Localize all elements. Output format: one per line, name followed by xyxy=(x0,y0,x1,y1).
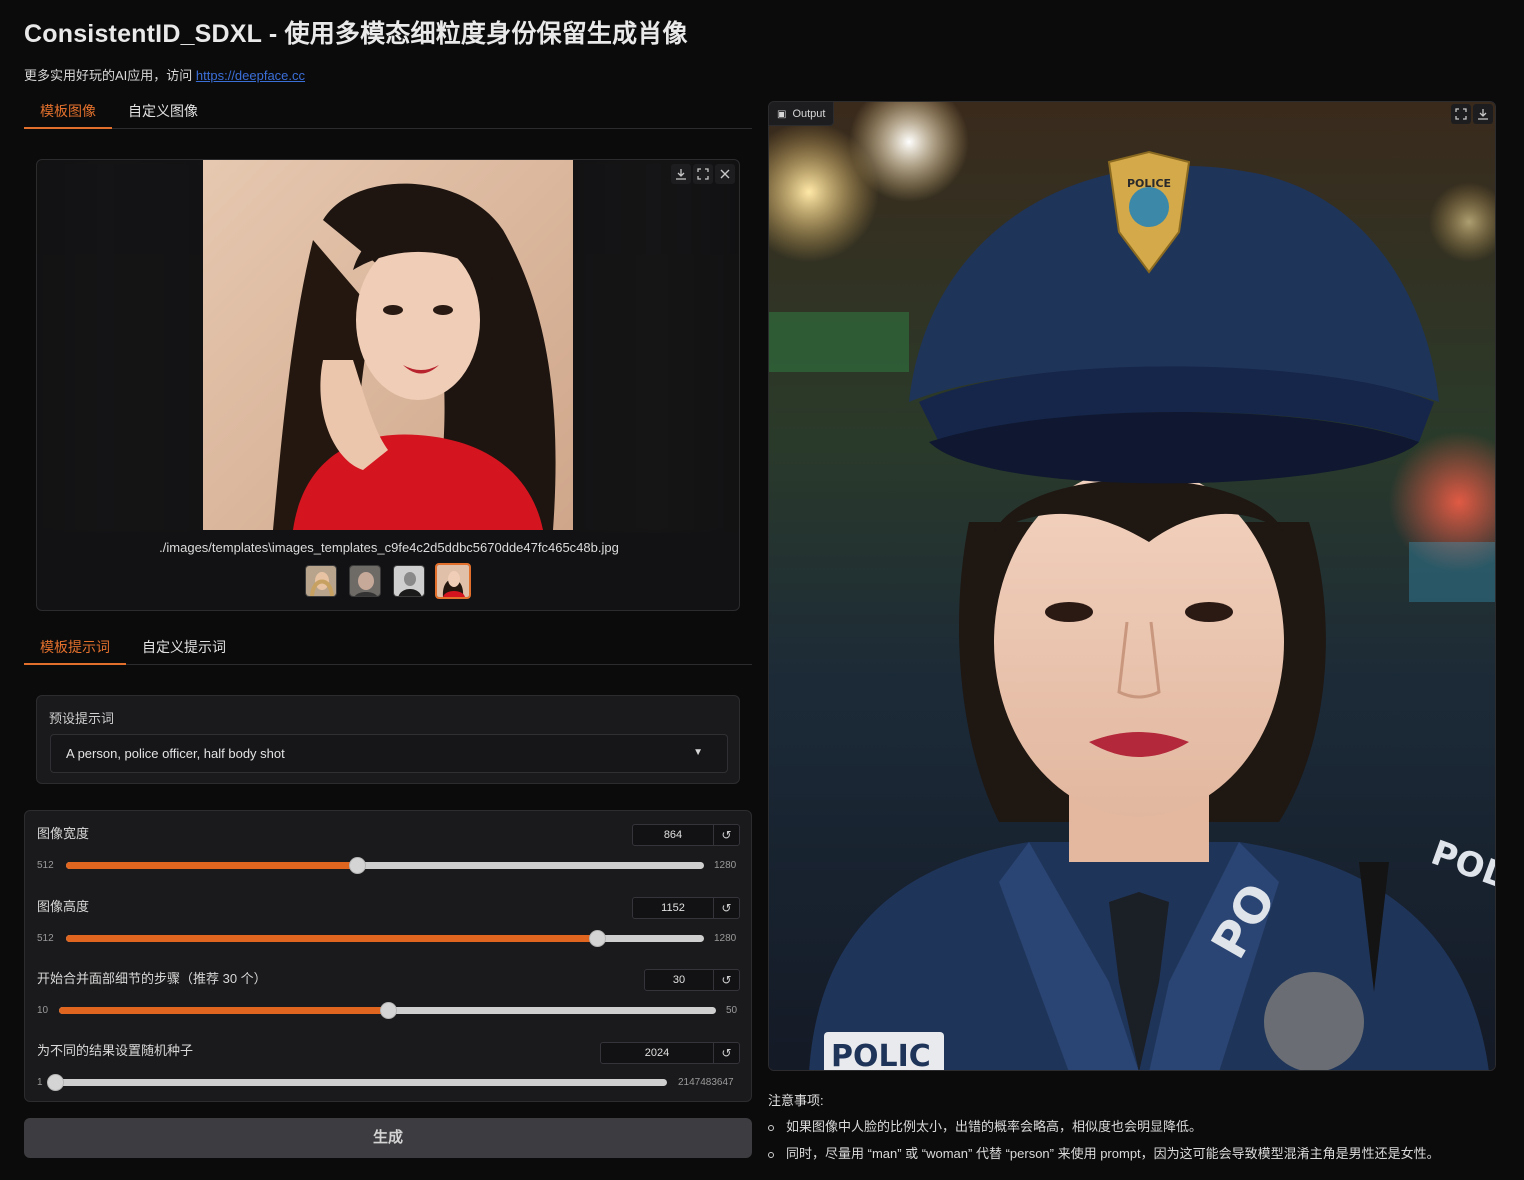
slider-label-merge-step: 开始合并面部细节的步骤（推荐 30 个） xyxy=(37,971,267,986)
thumb-woman-red[interactable] xyxy=(435,563,471,599)
height-slider-handle[interactable] xyxy=(589,930,607,947)
slider-label-width: 图像宽度 xyxy=(37,826,90,841)
slider-label-seed: 为不同的结果设置随机种子 xyxy=(37,1043,194,1058)
reset-icon[interactable]: ↺ xyxy=(713,825,739,845)
merge-step-min: 10 xyxy=(37,1005,49,1016)
reset-icon[interactable]: ↺ xyxy=(713,898,739,918)
fullscreen-icon[interactable] xyxy=(693,164,713,184)
deepface-link[interactable]: https://deepface.cc xyxy=(196,68,305,83)
badge-text: POLICE xyxy=(1127,177,1171,190)
notes-title: 注意事项: xyxy=(768,1093,824,1108)
preset-prompt-label: 预设提示词 xyxy=(49,711,115,726)
template-caption: ./images/templates\images_templates_c9fe… xyxy=(159,540,619,555)
image-icon: ▣ xyxy=(777,109,787,120)
page-subtitle: 更多实用好玩的AI应用，访问 https://deepface.cc xyxy=(24,65,305,84)
seed-slider-handle[interactable] xyxy=(47,1074,64,1091)
height-min: 512 xyxy=(37,933,54,944)
height-value[interactable]: 1152 xyxy=(633,898,713,918)
slider-label-height: 图像高度 xyxy=(37,899,90,914)
output-label-text: Output xyxy=(792,108,826,120)
height-number-input: 1152 ↺ xyxy=(632,897,740,919)
gallery-prev-preview[interactable] xyxy=(37,160,203,532)
bullet-icon xyxy=(768,1151,774,1158)
output-toolbar xyxy=(1451,104,1493,124)
preset-prompt-dropdown[interactable]: A person, police officer, half body shot… xyxy=(50,734,728,773)
prompt-tabs: 模板提示词 自定义提示词 xyxy=(24,635,752,665)
template-gallery: ./images/templates\images_templates_c9fe… xyxy=(36,159,740,611)
merge-step-max: 50 xyxy=(726,1005,738,1016)
seed-min: 1 xyxy=(37,1077,43,1088)
merge-step-number-input: 30 ↺ xyxy=(644,969,740,991)
preset-prompt-value: A person, police officer, half body shot xyxy=(66,746,285,761)
height-slider-fill xyxy=(66,935,598,942)
merge-step-slider[interactable] xyxy=(59,1002,716,1019)
subtitle-text: 更多实用好玩的AI应用，访问 xyxy=(24,68,196,83)
chevron-down-icon: ▼ xyxy=(693,747,703,758)
tab-template-image[interactable]: 模板图像 xyxy=(24,99,112,129)
thumb-man-suit[interactable] xyxy=(393,565,425,597)
width-number-input: 864 ↺ xyxy=(632,824,740,846)
bullet-icon xyxy=(768,1124,774,1131)
seed-slider[interactable] xyxy=(47,1074,667,1091)
tab-custom-image[interactable]: 自定义图像 xyxy=(112,99,214,129)
fullscreen-icon[interactable] xyxy=(1451,104,1471,124)
generate-button[interactable]: 生成 xyxy=(24,1118,752,1158)
tab-custom-prompt[interactable]: 自定义提示词 xyxy=(126,635,242,665)
selected-template-image[interactable] xyxy=(203,160,573,530)
preset-prompt-block: 预设提示词 A person, police officer, half bod… xyxy=(36,695,740,784)
height-max: 1280 xyxy=(714,933,737,944)
page-title: ConsistentID_SDXL - 使用多模态细粒度身份保留生成肖像 xyxy=(24,20,688,48)
note-text: 如果图像中人脸的比例太小，出错的概率会略高，相似度也会明显降低。 xyxy=(786,1119,1203,1134)
output-label: ▣ Output xyxy=(769,102,835,126)
output-image-panel: POLICE POLC PO POLIC ▣ Output xyxy=(768,101,1496,1071)
seed-number-input: 2024 ↺ xyxy=(600,1042,740,1064)
slider-panel: 图像宽度 864 ↺ 512 1280 图像高度 1152 ↺ 512 1280… xyxy=(24,810,752,1102)
height-slider[interactable] xyxy=(66,930,704,947)
thumbnail-strip xyxy=(305,563,475,599)
seed-max: 2147483647 xyxy=(678,1077,734,1088)
merge-step-slider-handle[interactable] xyxy=(379,1002,397,1019)
merge-step-value[interactable]: 30 xyxy=(645,970,713,990)
width-max: 1280 xyxy=(714,860,737,871)
reset-icon[interactable]: ↺ xyxy=(713,970,739,990)
width-slider[interactable] xyxy=(66,857,704,874)
reset-icon[interactable]: ↺ xyxy=(713,1043,739,1063)
download-icon[interactable] xyxy=(671,164,691,184)
width-slider-fill xyxy=(66,862,357,869)
close-icon[interactable] xyxy=(715,164,735,184)
seed-value[interactable]: 2024 xyxy=(601,1043,713,1063)
width-slider-handle[interactable] xyxy=(348,857,366,874)
width-value[interactable]: 864 xyxy=(633,825,713,845)
merge-step-slider-fill xyxy=(59,1007,388,1014)
tab-template-prompt[interactable]: 模板提示词 xyxy=(24,635,126,665)
gallery-toolbar xyxy=(671,164,735,184)
image-tabs: 模板图像 自定义图像 xyxy=(24,99,752,129)
note-item: 如果图像中人脸的比例太小，出错的概率会略高，相似度也会明显降低。 xyxy=(768,1116,1202,1135)
note-item: 同时，尽量用 “man” 或 “woman” 代替 “person” 来使用 p… xyxy=(768,1143,1440,1162)
thumb-woman-blonde[interactable] xyxy=(305,565,337,597)
gallery-next-preview[interactable] xyxy=(573,160,739,532)
patch-text: POLIC xyxy=(831,1039,931,1071)
thumb-elderly-man[interactable] xyxy=(349,565,381,597)
download-icon[interactable] xyxy=(1473,104,1493,124)
output-image[interactable]: POLICE POLC PO POLIC xyxy=(769,102,1496,1071)
width-min: 512 xyxy=(37,860,54,871)
note-text: 同时，尽量用 “man” 或 “woman” 代替 “person” 来使用 p… xyxy=(786,1146,1440,1161)
